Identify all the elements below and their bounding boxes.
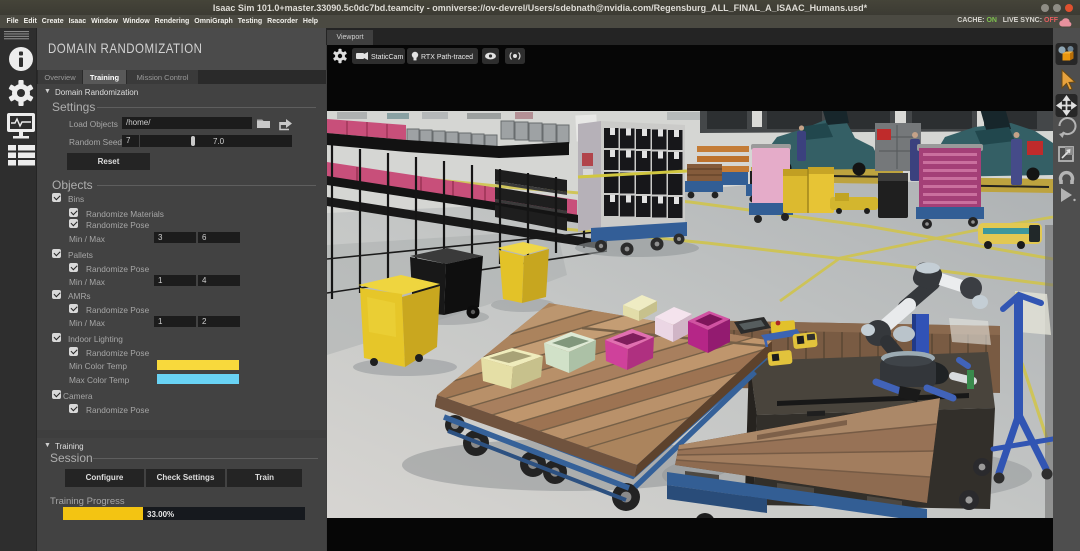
svg-text:StaticCam: StaticCam	[371, 54, 403, 61]
svg-text:RTX Path-traced: RTX Path-traced	[421, 54, 473, 61]
